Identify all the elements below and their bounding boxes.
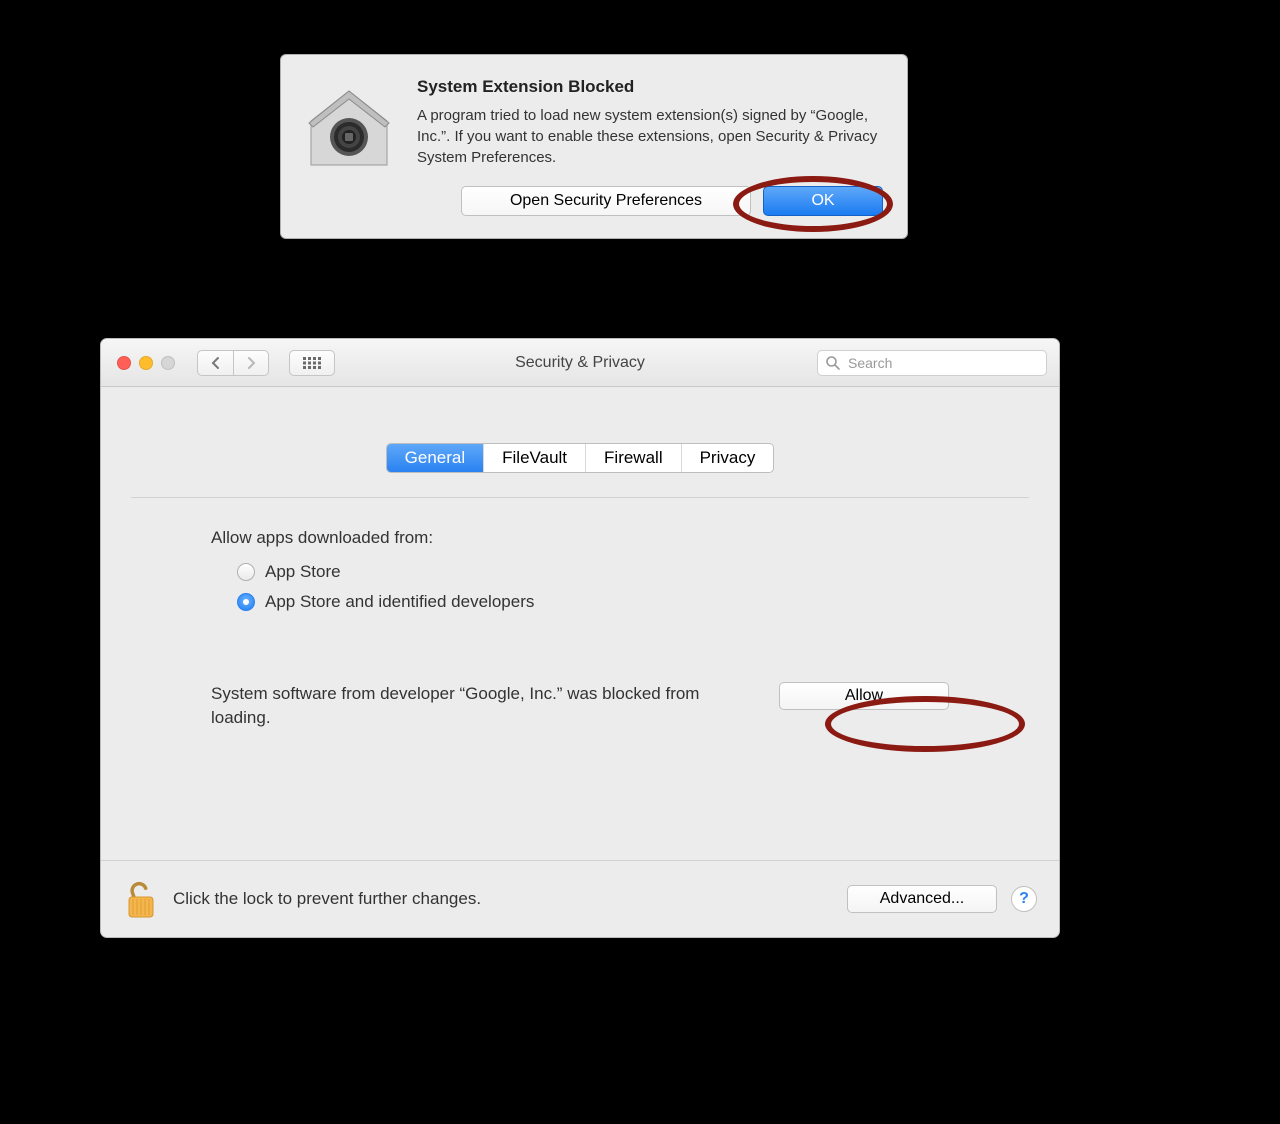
allow-apps-label: Allow apps downloaded from:: [211, 528, 999, 548]
close-window-button[interactable]: [117, 356, 131, 370]
help-button[interactable]: ?: [1011, 886, 1037, 912]
blocked-software-message: System software from developer “Google, …: [211, 682, 751, 730]
system-extension-alert: System Extension Blocked A program tried…: [280, 54, 908, 239]
window-controls: [117, 356, 175, 370]
ok-button[interactable]: OK: [763, 186, 883, 216]
alert-body-text: A program tried to load new system exten…: [417, 105, 883, 168]
search-input[interactable]: [817, 350, 1047, 376]
zoom-window-button[interactable]: [161, 356, 175, 370]
allow-button[interactable]: Allow: [779, 682, 949, 710]
chevron-left-icon: [210, 356, 221, 370]
tab-filevault[interactable]: FileVault: [484, 444, 586, 472]
chevron-right-icon: [246, 356, 257, 370]
radio-app-store-identified[interactable]: [237, 593, 255, 611]
advanced-button[interactable]: Advanced...: [847, 885, 997, 913]
show-all-button[interactable]: [289, 350, 335, 376]
tab-general[interactable]: General: [387, 444, 484, 472]
tab-firewall[interactable]: Firewall: [586, 444, 682, 472]
window-titlebar: Security & Privacy: [101, 339, 1059, 387]
forward-button[interactable]: [233, 350, 269, 376]
tab-bar: General FileVault Firewall Privacy: [386, 443, 775, 473]
back-button[interactable]: [197, 350, 233, 376]
security-privacy-window: Security & Privacy General FileVault Fir…: [100, 338, 1060, 938]
minimize-window-button[interactable]: [139, 356, 153, 370]
lock-hint-text: Click the lock to prevent further change…: [173, 889, 833, 909]
grid-icon: [303, 357, 321, 369]
radio-app-store-label: App Store: [265, 562, 341, 582]
open-security-preferences-button[interactable]: Open Security Preferences: [461, 186, 751, 216]
tab-privacy[interactable]: Privacy: [682, 444, 774, 472]
radio-app-store-identified-label: App Store and identified developers: [265, 592, 534, 612]
security-house-icon: [305, 77, 393, 216]
radio-app-store[interactable]: [237, 563, 255, 581]
alert-title: System Extension Blocked: [417, 77, 883, 97]
search-icon: [825, 355, 841, 371]
unlocked-padlock-icon[interactable]: [123, 879, 159, 919]
